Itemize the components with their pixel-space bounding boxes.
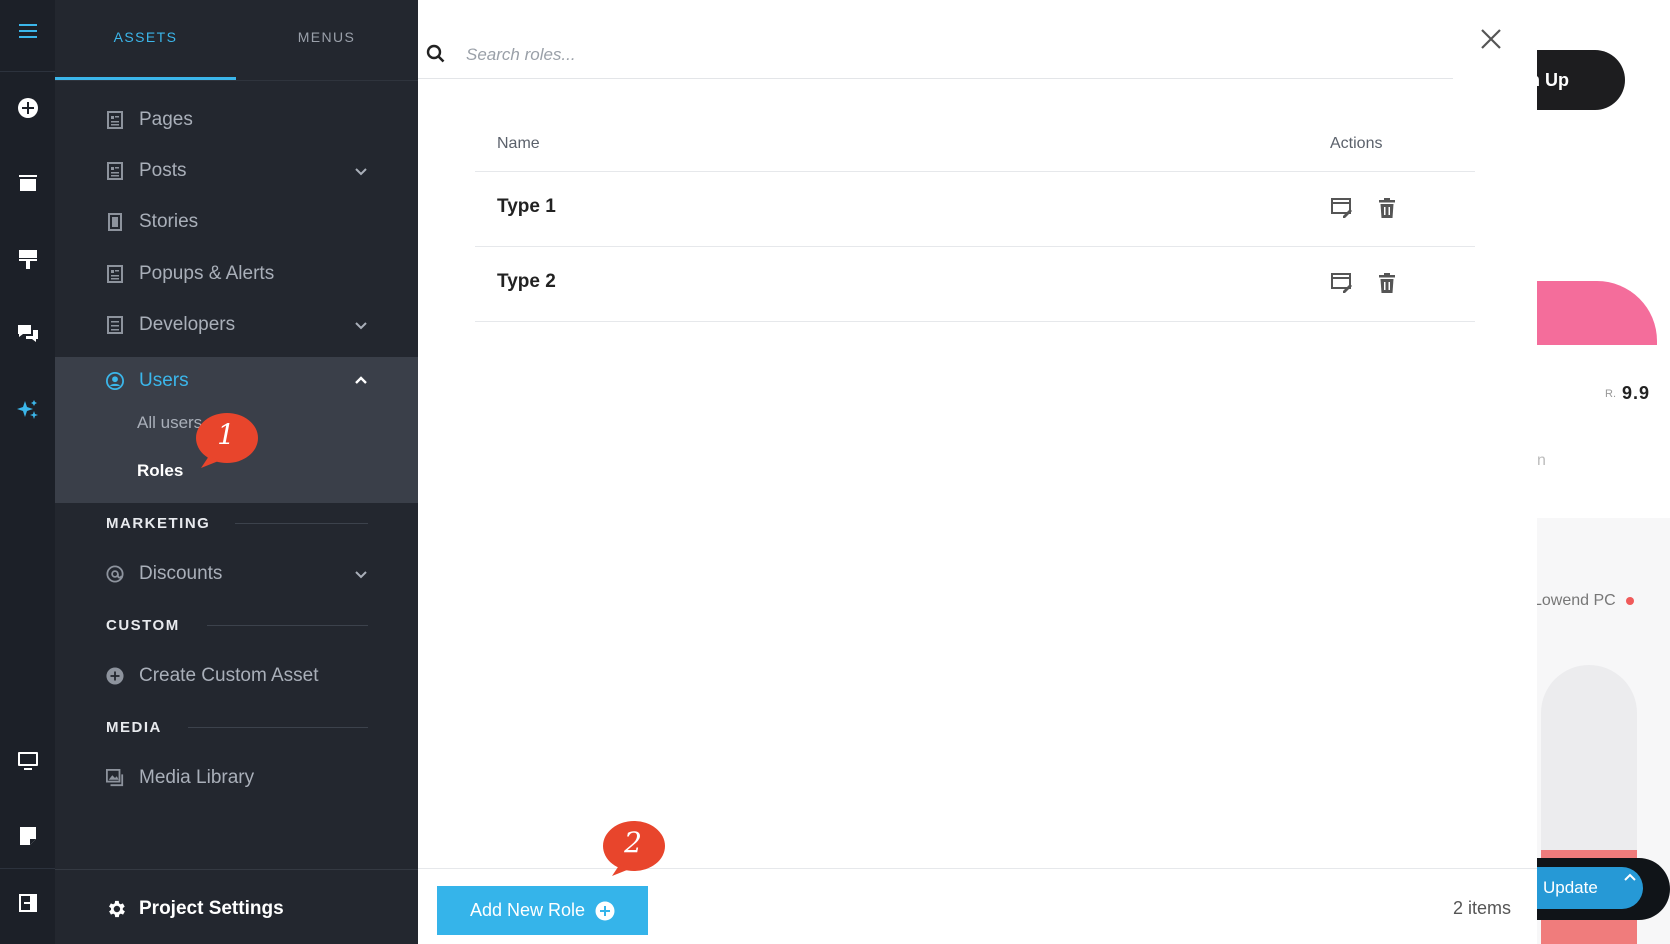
section-heading-media: MEDIA (106, 719, 162, 736)
panel-tabs: ASSETS MENUS (55, 0, 418, 81)
sidebar-item-pages[interactable]: Pages (55, 96, 418, 144)
status-dot (1626, 597, 1634, 605)
sidebar-item-label: Create Custom Asset (139, 665, 319, 686)
project-settings[interactable]: Project Settings (55, 869, 418, 944)
sidebar-item-popups-alerts[interactable]: Popups & Alerts (55, 250, 418, 298)
gear-icon (109, 900, 125, 918)
annotation-number: 2 (624, 826, 642, 859)
sidebar-item-label: Users (139, 370, 189, 391)
add-circle-icon[interactable] (0, 83, 55, 133)
images-icon (105, 768, 125, 788)
column-header-actions: Actions (1330, 135, 1383, 152)
annotation-bubble-1: 1 (195, 412, 259, 468)
user-circle-icon (105, 371, 125, 391)
sidebar-item-label: Discounts (139, 563, 223, 584)
sidebar-item-media-library[interactable]: Media Library (55, 754, 418, 802)
trash-icon[interactable] (1375, 271, 1399, 295)
phone-document-icon (105, 212, 125, 232)
chat-bubbles-icon[interactable] (0, 309, 55, 359)
document-icon (105, 110, 125, 130)
sticky-note-icon[interactable] (0, 811, 55, 861)
column-header-name[interactable]: Name (497, 135, 540, 153)
sidebar-item-stories[interactable]: Stories (55, 198, 418, 246)
sidebar-item-label: Developers (139, 314, 236, 335)
active-tab-indicator (55, 77, 236, 80)
role-name: Type 1 (497, 196, 556, 217)
sidebar-item-label: Posts (139, 160, 187, 181)
chevron-down-icon[interactable] (353, 317, 369, 333)
sidebar-item-users[interactable]: Users (55, 357, 418, 405)
close-icon[interactable] (1477, 25, 1505, 53)
project-settings-label: Project Settings (139, 898, 284, 919)
signup-button-fragment: n Up (1537, 50, 1625, 110)
section-divider (235, 523, 368, 524)
update-label: Update (1543, 878, 1598, 897)
sidebar-item-create-custom-asset[interactable]: Create Custom Asset (55, 652, 418, 700)
role-name: Type 2 (497, 271, 556, 292)
update-bar: Update (1537, 858, 1670, 920)
chevron-down-icon[interactable] (353, 163, 369, 179)
product-name-fragment: Lowend PC (1537, 592, 1616, 609)
trash-icon[interactable] (1375, 196, 1399, 220)
sidebar-item-label: Popups & Alerts (139, 263, 275, 284)
paint-roller-icon[interactable] (0, 234, 55, 284)
plus-circle-icon (595, 901, 615, 920)
exit-icon[interactable] (0, 878, 55, 928)
footer-divider (418, 868, 1537, 869)
chevron-up-icon (1624, 873, 1636, 881)
background-site-preview: n Up R. 9.9 n Lowend PC Update (1537, 0, 1670, 944)
annotation-number: 1 (217, 418, 235, 451)
section-heading-custom: CUSTOM (106, 617, 180, 634)
table-row[interactable]: Type 1 (475, 172, 1475, 246)
price-value: 9.9 (1622, 383, 1651, 403)
edit-icon[interactable] (1330, 196, 1354, 220)
add-new-role-button[interactable]: Add New Role (437, 886, 648, 935)
rail-divider (0, 71, 55, 72)
roles-modal: Name Actions Type 1 Type 2 2 Add New Rol… (418, 0, 1537, 944)
section-divider (188, 727, 368, 728)
sidebar-item-label: Media Library (139, 767, 255, 788)
price-prefix: R. (1605, 388, 1616, 400)
plus-circle-icon (105, 666, 125, 686)
sidebar-item-label: Pages (139, 109, 193, 130)
edit-icon[interactable] (1330, 271, 1354, 295)
sidebar-item-label: Stories (139, 211, 199, 232)
sidebar-item-discounts[interactable]: Discounts (55, 550, 418, 598)
sidebar-item-posts[interactable]: Posts (55, 147, 418, 195)
sidebar-subitem-roles[interactable]: Roles (137, 461, 183, 481)
sparkles-icon[interactable] (0, 385, 55, 435)
sidebar-subitem-all-users[interactable]: All users (137, 413, 202, 433)
tab-menus[interactable]: MENUS (236, 29, 417, 45)
chevron-up-icon[interactable] (353, 373, 369, 389)
table-divider (475, 321, 1475, 322)
section-divider (207, 625, 368, 626)
items-count: 2 items (1453, 898, 1512, 918)
text-fragment: n (1537, 452, 1546, 469)
table-row[interactable]: Type 2 (475, 247, 1475, 321)
at-sign-icon (105, 564, 125, 584)
icon-rail (0, 0, 55, 944)
window-icon[interactable] (0, 158, 55, 208)
monitor-icon[interactable] (0, 736, 55, 786)
search-icon (426, 44, 445, 63)
search-input[interactable] (466, 38, 1366, 72)
tab-assets[interactable]: ASSETS (55, 29, 236, 45)
assets-panel: ASSETS MENUS Pages Posts Stories Popups … (55, 0, 418, 944)
document-icon (105, 264, 125, 284)
document-icon (105, 315, 125, 335)
search-divider (418, 78, 1453, 79)
document-icon (105, 161, 125, 181)
chevron-down-icon[interactable] (353, 566, 369, 582)
annotation-bubble-2: 2 (602, 820, 666, 876)
add-new-role-label: Add New Role (469, 900, 586, 920)
section-heading-marketing: MARKETING (106, 515, 211, 532)
sidebar-item-developers[interactable]: Developers (55, 301, 418, 349)
rail-divider (0, 868, 55, 869)
hamburger-menu-icon[interactable] (0, 6, 55, 56)
